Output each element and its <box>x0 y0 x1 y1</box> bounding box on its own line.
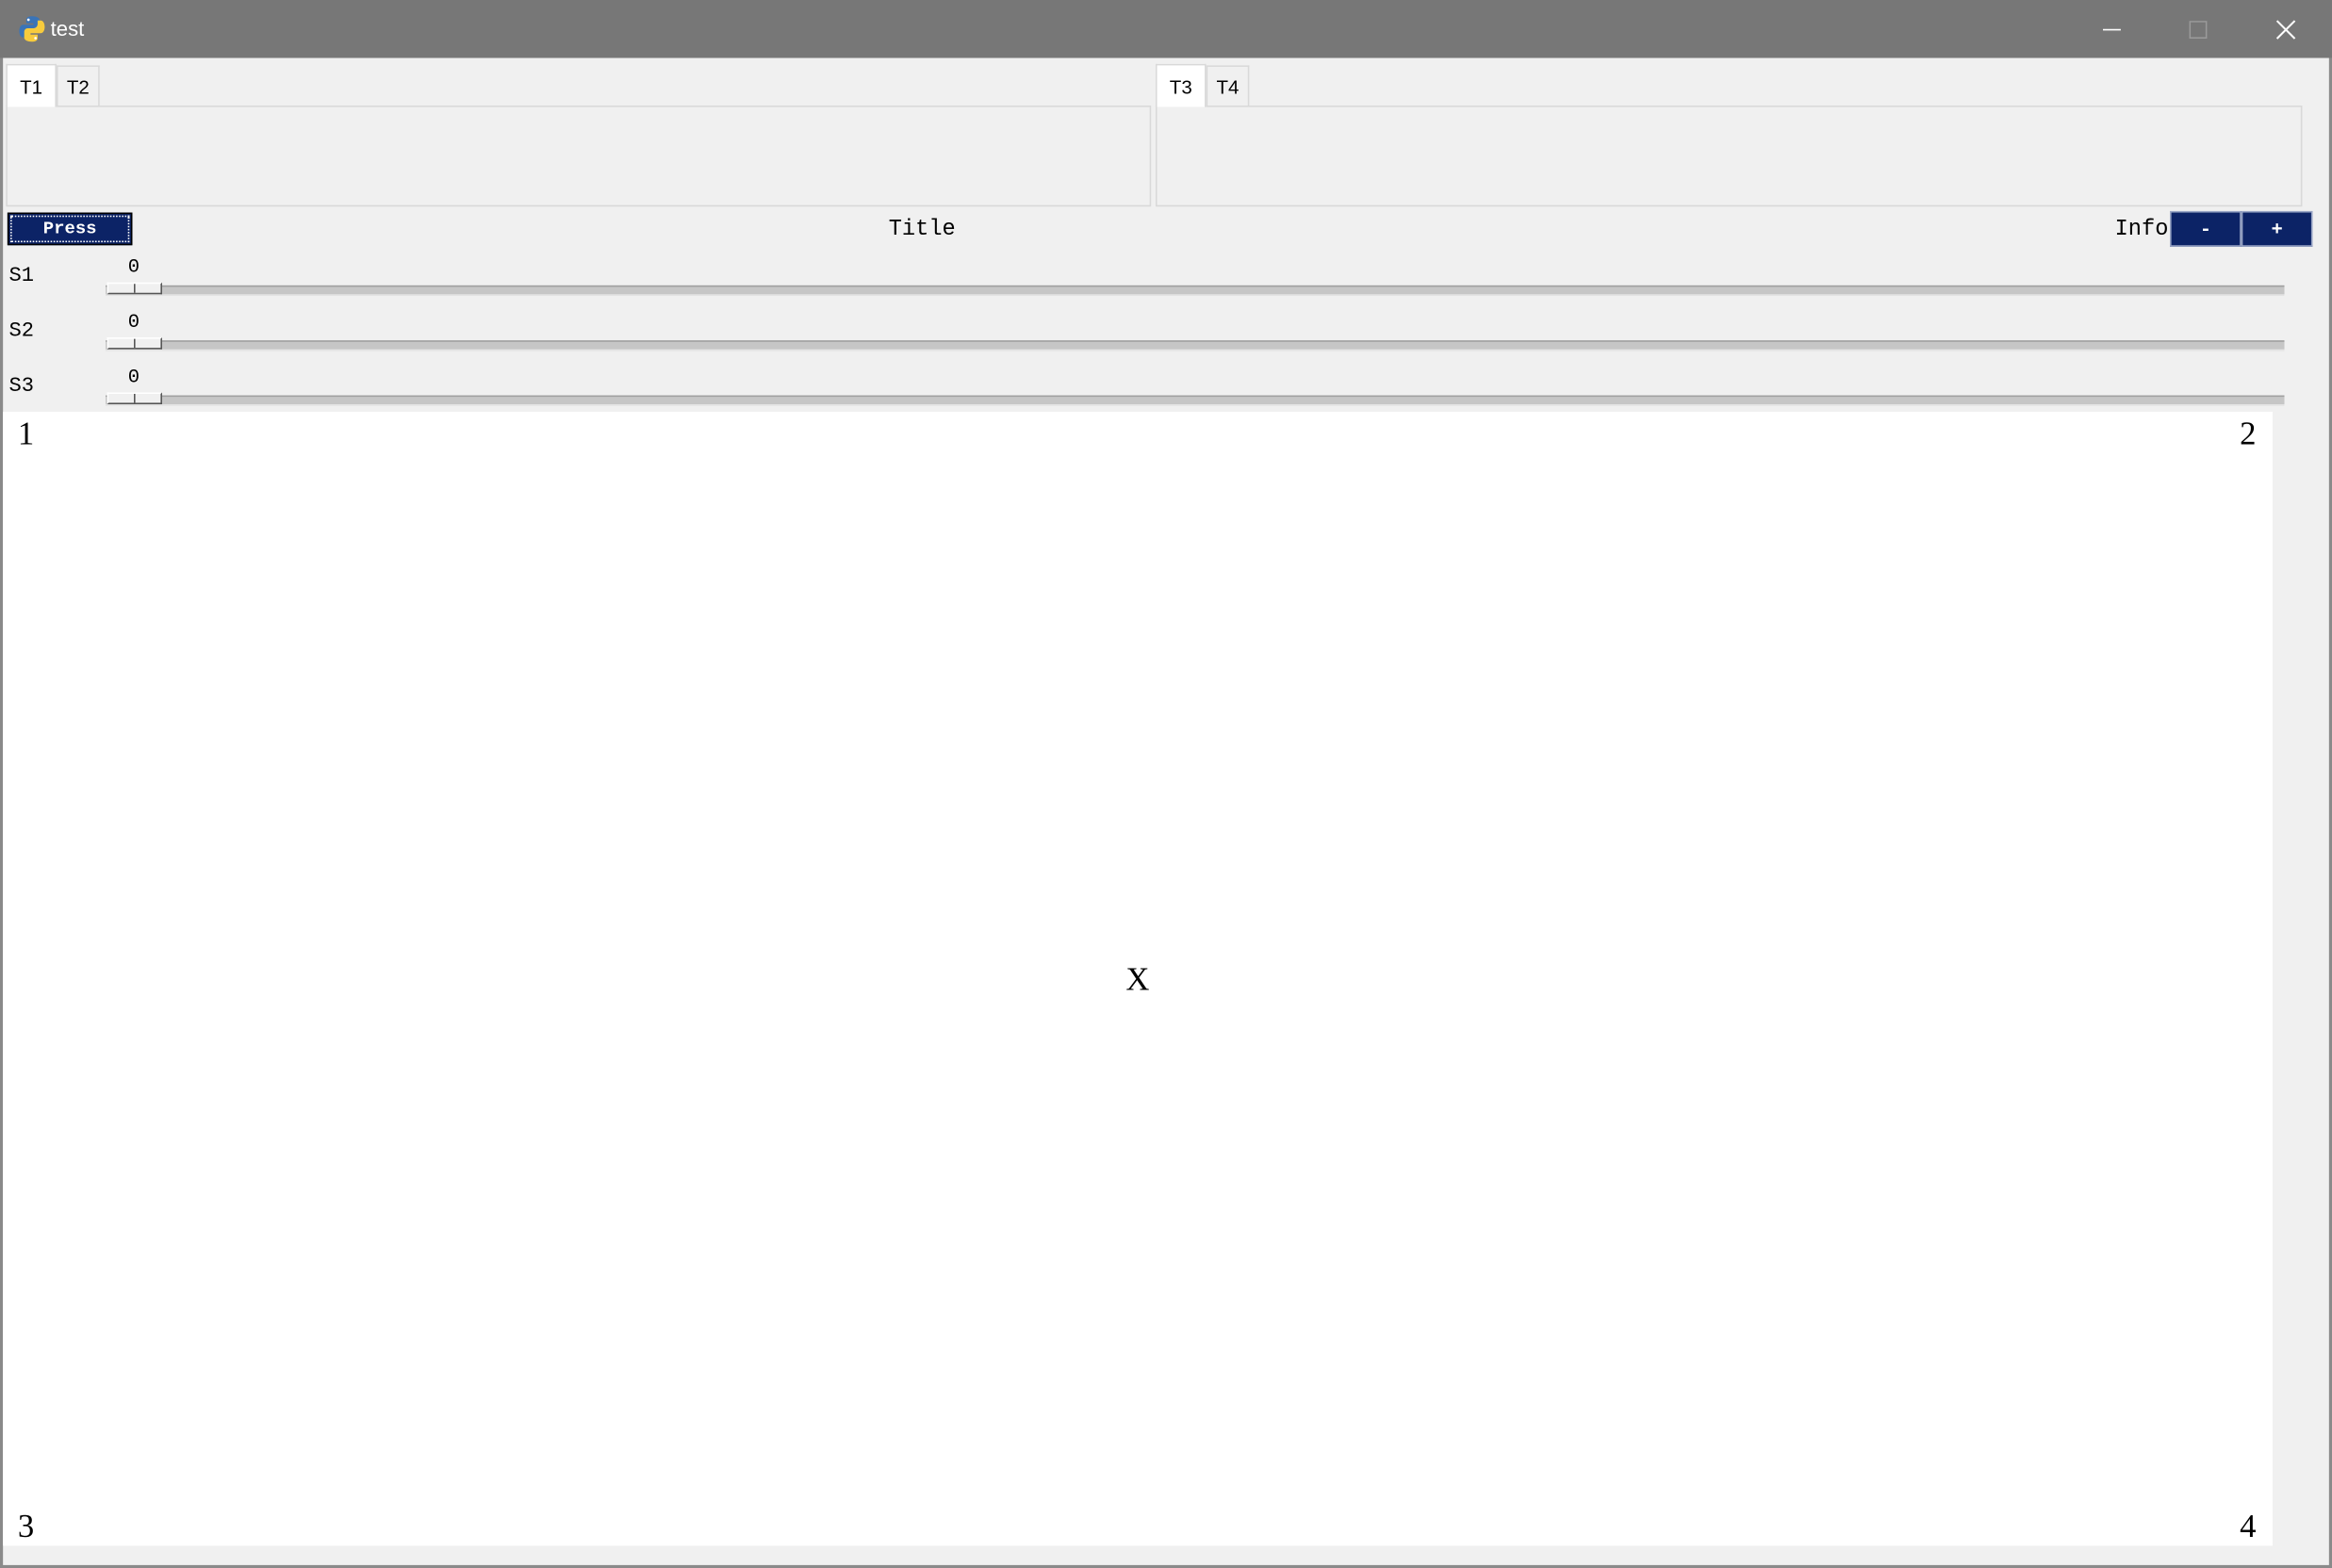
slider-track-s1[interactable] <box>106 285 2285 296</box>
slider-thumb-s3[interactable] <box>107 392 162 405</box>
minimize-icon <box>2103 27 2121 30</box>
tab-t3[interactable]: T3 <box>1155 63 1207 107</box>
tab-t1[interactable]: T1 <box>6 63 57 107</box>
close-icon <box>2275 19 2296 39</box>
python-icon <box>19 16 45 42</box>
window-title: test <box>50 16 85 41</box>
press-button[interactable]: Press <box>7 212 133 246</box>
slider-row-s2: S2 0 <box>0 304 2291 358</box>
slider-value-s2: 0 <box>127 310 140 334</box>
tab-t4[interactable]: T4 <box>1206 65 1250 106</box>
canvas-center-label: X <box>1125 959 1150 998</box>
slider-value-s3: 0 <box>127 366 140 388</box>
slider-label-s3: S3 <box>8 374 34 399</box>
slider-thumb-s2[interactable] <box>107 337 162 350</box>
slider-label-s2: S2 <box>8 319 34 344</box>
increment-button[interactable]: + <box>2241 210 2313 247</box>
slider-row-s1: S1 0 <box>0 250 2291 303</box>
left-tabset: T1 T2 <box>6 63 1152 210</box>
canvas-corner-4: 4 <box>2240 1507 2257 1544</box>
maximize-button[interactable] <box>2155 0 2242 58</box>
drawing-canvas[interactable]: 1 2 3 4 X <box>3 411 2273 1546</box>
slider-track-s2[interactable] <box>106 340 2285 351</box>
slider-thumb-s1[interactable] <box>107 282 162 295</box>
canvas-corner-2: 2 <box>2240 415 2257 452</box>
right-tabset: T3 T4 <box>1155 63 2303 210</box>
close-button[interactable] <box>2242 0 2329 58</box>
decrement-button[interactable]: - <box>2170 210 2242 247</box>
window-titlebar[interactable]: test <box>0 0 2332 58</box>
tab-t2[interactable]: T2 <box>56 65 100 106</box>
slider-label-s1: S1 <box>8 264 34 288</box>
slider-row-s3: S3 0 <box>0 360 2291 414</box>
tab-panel-right <box>1155 105 2303 207</box>
tab-panel-left <box>6 105 1152 207</box>
info-label: Info <box>2114 217 2169 243</box>
toolbar: Press Title Info - + <box>0 209 2332 250</box>
canvas-corner-1: 1 <box>17 415 35 452</box>
slider-value-s1: 0 <box>127 255 140 278</box>
canvas-corner-3: 3 <box>17 1507 35 1544</box>
page-title: Title <box>888 217 956 243</box>
maximize-icon <box>2189 20 2208 39</box>
minimize-button[interactable] <box>2069 0 2156 58</box>
slider-track-s3[interactable] <box>106 395 2285 406</box>
